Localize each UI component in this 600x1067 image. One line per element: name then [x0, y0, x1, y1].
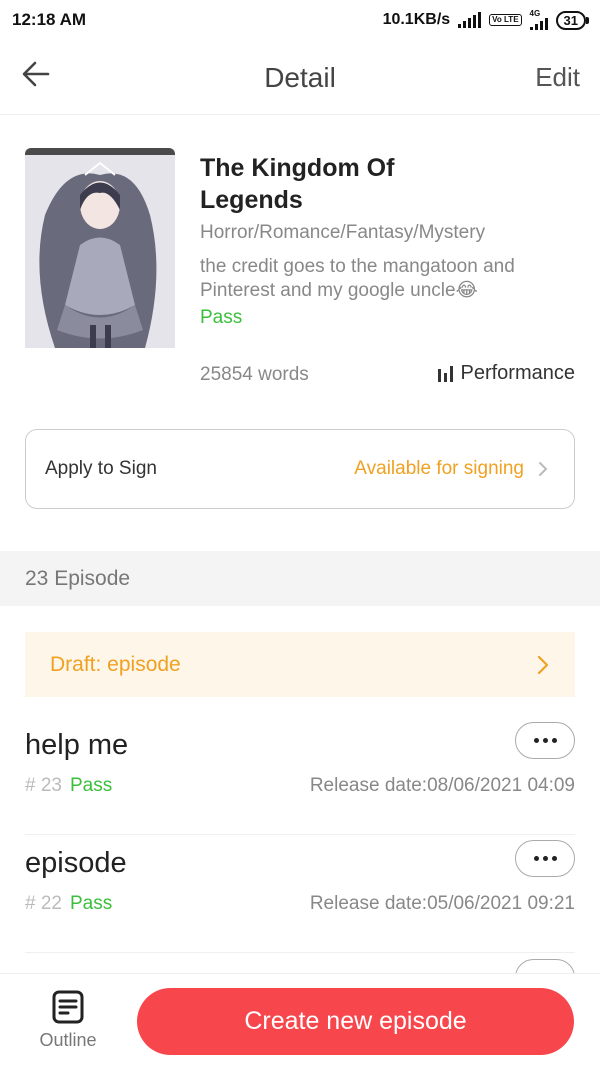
more-options-button[interactable] — [515, 840, 575, 877]
episode-list-item[interactable]: episode # 22 Pass Release date:05/06/202… — [25, 835, 575, 953]
dot-icon — [551, 738, 557, 743]
signal-4g-icon: 4G — [529, 10, 548, 30]
book-cover-image[interactable] — [25, 148, 175, 348]
book-status-badge: Pass — [200, 307, 243, 328]
episode-number: # 22 — [25, 893, 62, 914]
more-options-button[interactable] — [515, 959, 575, 973]
word-count: 25854 words — [200, 364, 309, 385]
apply-to-sign-label: Apply to Sign — [45, 458, 157, 479]
status-time: 12:18 AM — [12, 10, 87, 29]
episode-status: Pass — [69, 893, 113, 914]
create-new-episode-button[interactable]: Create new episode — [137, 988, 574, 1055]
dot-icon — [542, 738, 548, 743]
more-options-button[interactable] — [515, 722, 575, 759]
cover-illustration — [25, 155, 175, 348]
bottom-action-bar: Outline Create new episode — [0, 973, 600, 1067]
dot-icon — [551, 856, 557, 861]
outline-document-icon — [52, 990, 84, 1024]
episode-title: episode — [25, 847, 127, 879]
chevron-right-icon — [537, 655, 549, 674]
episode-list-item[interactable]: help me # 23 Pass Release date:08/06/202… — [25, 717, 575, 835]
bar-chart-icon — [437, 365, 453, 382]
draft-label: Draft: episode — [50, 652, 181, 676]
episode-release-date: Release date:05/06/2021 09:21 — [309, 893, 575, 914]
edit-button[interactable]: Edit — [535, 62, 580, 93]
dot-icon — [542, 856, 548, 861]
book-description: the credit goes to the mangatoon and Pin… — [200, 256, 515, 301]
episode-release-date: Release date:08/06/2021 04:09 — [309, 775, 575, 796]
status-icons: 10.1KB/s Vo LTE 4G 31 — [382, 10, 590, 30]
performance-button[interactable]: Performance — [437, 362, 576, 385]
apply-to-sign-card[interactable]: Apply to Sign Available for signing — [25, 429, 575, 509]
episode-title: help me — [25, 729, 129, 761]
book-genres: Horror/Romance/Fantasy/Mystery — [200, 222, 486, 243]
signing-status: Available for signing — [354, 458, 524, 479]
episode-list-item-partial[interactable] — [25, 953, 575, 973]
book-title: The Kingdom Of Legends — [200, 154, 395, 214]
performance-label: Performance — [460, 362, 576, 384]
episode-count-bar: 23 Episode — [0, 551, 600, 606]
volte-icon: Vo LTE — [489, 14, 522, 26]
page-title: Detail — [264, 62, 336, 93]
episode-count: 23 Episode — [25, 566, 131, 590]
chevron-right-icon — [539, 462, 548, 476]
outline-label: Outline — [39, 1030, 97, 1050]
header: Detail Edit — [0, 40, 600, 115]
episode-status: Pass — [69, 775, 113, 796]
signal-icon — [458, 12, 482, 28]
outline-button[interactable]: Outline — [25, 990, 111, 1051]
dot-icon — [533, 738, 539, 743]
network-speed: 10.1KB/s — [382, 11, 451, 28]
status-bar: 12:18 AM 10.1KB/s Vo LTE 4G 31 — [0, 0, 600, 40]
battery-icon: 31 — [555, 10, 590, 30]
dot-icon — [533, 856, 539, 861]
draft-episode-row[interactable]: Draft: episode — [25, 632, 575, 697]
episode-number: # 23 — [25, 775, 62, 796]
